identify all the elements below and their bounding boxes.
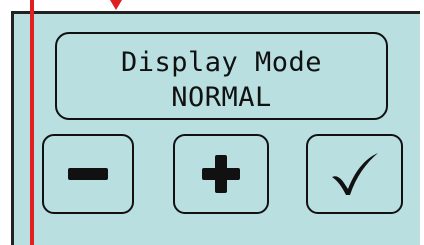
increase-button[interactable]: [173, 134, 269, 214]
plus-icon: [202, 155, 240, 193]
checkmark-icon: [331, 153, 378, 195]
display-value: NORMAL: [171, 82, 272, 113]
device-screen: Display Mode NORMAL: [11, 11, 420, 245]
display-title: Display Mode: [120, 47, 323, 78]
minus-icon: [68, 168, 108, 180]
confirm-button[interactable]: [306, 134, 403, 214]
red-arrow-marker: [110, 0, 122, 10]
mode-display: Display Mode NORMAL: [55, 32, 388, 120]
decrease-button[interactable]: [42, 134, 134, 214]
red-marker-line: [30, 0, 34, 245]
